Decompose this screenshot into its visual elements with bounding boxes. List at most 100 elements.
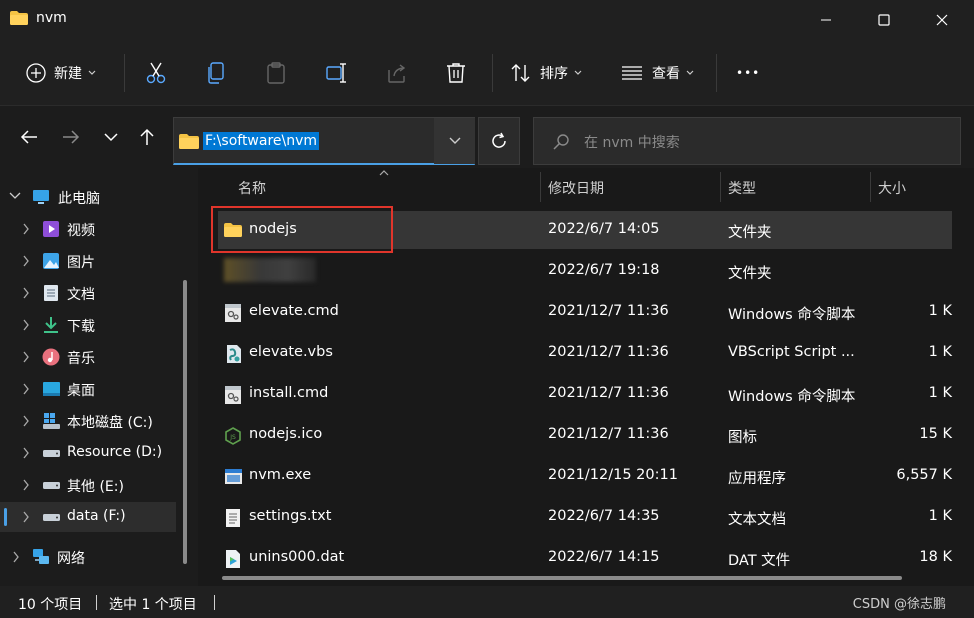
sidebar-item-drive-d[interactable]: Resource (D:) bbox=[0, 438, 176, 468]
chevron-down-icon bbox=[574, 70, 582, 75]
column-header-date[interactable]: 修改日期 bbox=[548, 178, 604, 198]
status-divider bbox=[214, 595, 215, 610]
close-icon bbox=[936, 14, 948, 26]
sidebar-item-label: 此电脑 bbox=[58, 191, 100, 207]
sidebar-scrollbar[interactable] bbox=[183, 280, 187, 564]
column-header-name[interactable]: 名称 bbox=[238, 178, 266, 198]
file-list: 名称 修改日期 类型 大小 nodejs 2022/6/7 14:05 文件夹 … bbox=[198, 168, 974, 586]
sidebar-item-label: 桌面 bbox=[67, 383, 95, 399]
file-size: 1 K bbox=[928, 303, 952, 319]
column-header-type[interactable]: 类型 bbox=[728, 178, 756, 198]
file-row-unins000-dat[interactable]: unins000.dat 2022/6/7 14:15 DAT 文件 18 K bbox=[218, 539, 952, 577]
chevron-right-icon bbox=[23, 447, 29, 459]
chevron-right-icon bbox=[23, 511, 29, 523]
file-date: 2021/12/7 11:36 bbox=[548, 426, 669, 442]
file-date: 2022/6/7 14:35 bbox=[548, 508, 660, 524]
copy-button[interactable] bbox=[206, 60, 226, 86]
rename-button[interactable] bbox=[326, 60, 348, 86]
address-path[interactable]: F:\software\nvm bbox=[203, 132, 320, 150]
title-bar: nvm bbox=[0, 0, 974, 40]
sidebar-item-music[interactable]: 音乐 bbox=[0, 342, 176, 372]
delete-button[interactable] bbox=[446, 60, 466, 86]
address-dropdown-button[interactable] bbox=[434, 118, 475, 164]
back-button[interactable] bbox=[16, 124, 42, 150]
sidebar-item-label: 其他 (E:) bbox=[67, 479, 124, 495]
share-button[interactable] bbox=[386, 60, 408, 86]
paste-button[interactable] bbox=[266, 60, 286, 86]
sort-button[interactable]: 排序 bbox=[510, 60, 582, 86]
refresh-button[interactable] bbox=[478, 117, 520, 165]
file-row-elevate-cmd[interactable]: elevate.cmd 2021/12/7 11:36 Windows 命令脚本… bbox=[218, 293, 952, 331]
sidebar-item-this-pc[interactable]: 此电脑 bbox=[0, 182, 176, 212]
sidebar-item-documents[interactable]: 文档 bbox=[0, 278, 176, 308]
file-row-nodejs-ico[interactable]: JS nodejs.ico 2021/12/7 11:36 图标 15 K bbox=[218, 416, 952, 454]
documents-icon bbox=[44, 285, 58, 301]
pc-icon bbox=[33, 190, 49, 204]
sidebar-item-label: 音乐 bbox=[67, 351, 95, 367]
chevron-down-icon bbox=[9, 192, 21, 199]
sidebar-item-drive-e[interactable]: 其他 (E:) bbox=[0, 470, 176, 500]
music-icon bbox=[42, 348, 60, 366]
window-title: nvm bbox=[36, 10, 67, 26]
sidebar-item-desktop[interactable]: 桌面 bbox=[0, 374, 176, 404]
search-box[interactable]: 在 nvm 中搜索 bbox=[533, 117, 961, 165]
file-row-install-cmd[interactable]: install.cmd 2021/12/7 11:36 Windows 命令脚本… bbox=[218, 375, 952, 413]
rename-icon bbox=[326, 63, 346, 83]
command-bar: 新建 排序 查看 ••• bbox=[0, 40, 974, 106]
folder-icon bbox=[179, 134, 199, 149]
address-bar[interactable]: F:\software\nvm bbox=[173, 117, 475, 165]
column-divider[interactable] bbox=[870, 172, 871, 202]
sidebar-item-label: 下载 bbox=[67, 319, 95, 335]
chevron-right-icon bbox=[23, 383, 29, 395]
cut-button[interactable] bbox=[146, 60, 166, 86]
file-row-settings-txt[interactable]: settings.txt 2022/6/7 14:35 文本文档 1 K bbox=[218, 498, 952, 536]
minimize-button[interactable] bbox=[800, 0, 852, 40]
up-button[interactable] bbox=[134, 124, 160, 150]
navigation-pane: 此电脑 视频 图片 文档 下载 音乐 桌面 本地磁盘 (C:) Resource bbox=[0, 168, 198, 586]
application-icon bbox=[225, 469, 242, 484]
sidebar-item-label: 网络 bbox=[57, 551, 85, 567]
chevron-right-icon bbox=[23, 319, 29, 331]
file-size: 1 K bbox=[928, 344, 952, 360]
file-size: 1 K bbox=[928, 508, 952, 524]
sidebar-item-drive-c[interactable]: 本地磁盘 (C:) bbox=[0, 406, 176, 436]
chevron-down-icon bbox=[104, 133, 118, 142]
column-divider[interactable] bbox=[720, 172, 721, 202]
file-date: 2022/6/7 14:05 bbox=[548, 221, 660, 237]
sidebar-item-pictures[interactable]: 图片 bbox=[0, 246, 176, 276]
arrow-left-icon bbox=[20, 130, 37, 144]
text-file-icon bbox=[226, 509, 240, 527]
search-icon bbox=[553, 134, 569, 150]
file-size: 15 K bbox=[919, 426, 952, 442]
view-button[interactable]: 查看 bbox=[622, 60, 694, 86]
horizontal-scrollbar[interactable] bbox=[222, 576, 902, 580]
file-name: settings.txt bbox=[249, 508, 332, 524]
file-row-nvm-exe[interactable]: nvm.exe 2021/12/15 20:11 应用程序 6,557 K bbox=[218, 457, 952, 495]
column-divider[interactable] bbox=[540, 172, 541, 202]
sidebar-item-downloads[interactable]: 下载 bbox=[0, 310, 176, 340]
chevron-down-icon bbox=[686, 70, 694, 75]
file-date: 2022/6/7 19:18 bbox=[548, 262, 660, 278]
drive-icon bbox=[43, 514, 60, 521]
more-options-button[interactable]: ••• bbox=[736, 60, 760, 86]
close-button[interactable] bbox=[916, 0, 968, 40]
forward-button[interactable] bbox=[58, 124, 84, 150]
file-date: 2021/12/7 11:36 bbox=[548, 385, 669, 401]
sort-ascending-icon bbox=[379, 170, 389, 176]
recent-locations-button[interactable] bbox=[98, 124, 124, 150]
chevron-down-icon bbox=[449, 137, 460, 144]
file-size: 18 K bbox=[919, 549, 952, 565]
file-row-blurred-folder[interactable]: 2022/6/7 19:18 文件夹 bbox=[218, 252, 952, 290]
maximize-button[interactable] bbox=[858, 0, 910, 40]
item-count: 10 个项目 bbox=[18, 597, 83, 613]
maximize-icon bbox=[878, 14, 890, 26]
sidebar-item-videos[interactable]: 视频 bbox=[0, 214, 176, 244]
sidebar-item-network[interactable]: 网络 bbox=[0, 542, 176, 572]
new-button[interactable]: 新建 bbox=[26, 60, 96, 86]
nodejs-icon: JS bbox=[225, 427, 241, 445]
sidebar-item-drive-f[interactable]: data (F:) bbox=[0, 502, 176, 532]
file-row-elevate-vbs[interactable]: elevate.vbs 2021/12/7 11:36 VBScript Scr… bbox=[218, 334, 952, 372]
file-type: DAT 文件 bbox=[728, 553, 791, 569]
chevron-right-icon bbox=[13, 551, 19, 563]
column-header-size[interactable]: 大小 bbox=[878, 178, 906, 198]
